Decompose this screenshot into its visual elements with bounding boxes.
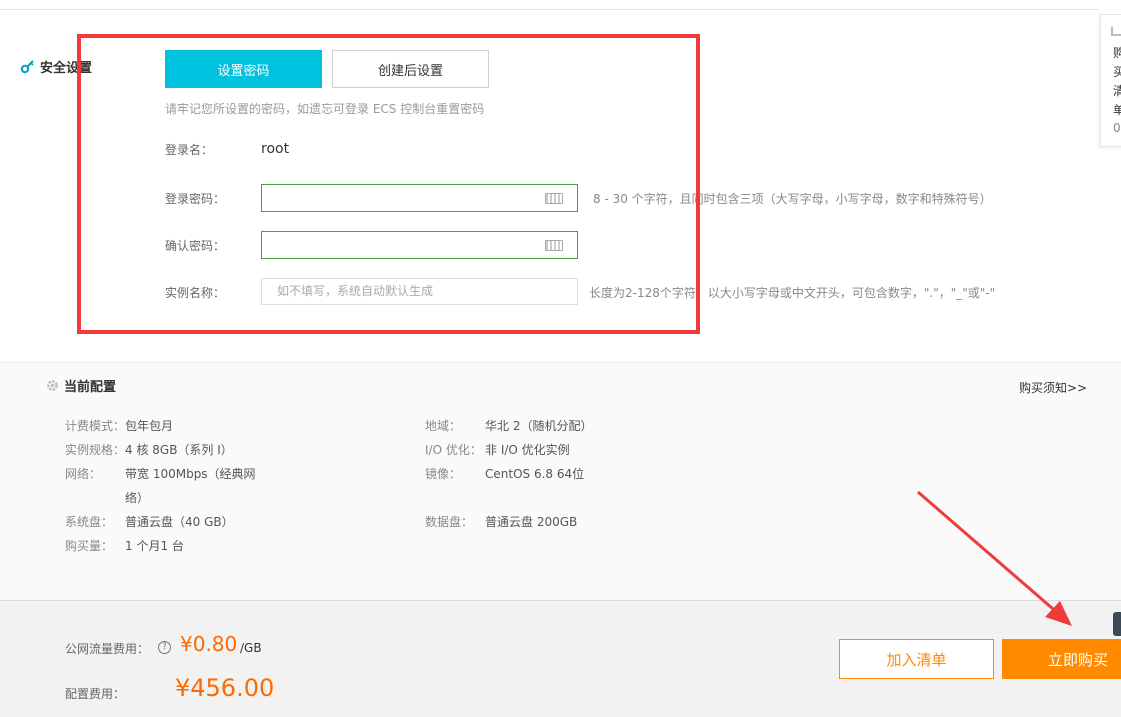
- top-divider: [0, 9, 1100, 10]
- traffic-fee-label: 公网流量费用：: [65, 642, 150, 656]
- config-key: 网络：: [65, 467, 102, 481]
- password-label: 登录密码：: [165, 192, 226, 206]
- config-key: 系统盘：: [65, 515, 114, 529]
- config-value: 4 核 8GB（系列 I）: [125, 443, 233, 457]
- config-key: 计费模式：: [65, 419, 126, 433]
- config-fee-label: 配置费用：: [65, 687, 126, 701]
- config-value: CentOS 6.8 64位: [485, 467, 585, 481]
- config-key: 购买量：: [65, 539, 114, 553]
- config-value: 络）: [125, 491, 150, 505]
- config-key: 地域：: [425, 419, 462, 433]
- config-price: ¥456.00: [175, 674, 275, 702]
- side-cart-char: 购: [1113, 46, 1121, 60]
- config-value: 普通云盘（40 GB）: [125, 515, 234, 529]
- current-config-title-text: 当前配置: [64, 380, 117, 395]
- side-cart-panel[interactable]: 购 买 清 单 0: [1100, 14, 1121, 147]
- help-icon[interactable]: ?: [158, 641, 171, 654]
- config-value: 带宽 100Mbps（经典网: [125, 467, 256, 481]
- tab-set-password[interactable]: 设置密码: [165, 50, 322, 88]
- password-input[interactable]: [261, 184, 578, 212]
- security-section-title: 安全设置: [20, 57, 92, 76]
- purchase-notice-link[interactable]: 购买须知>>: [1019, 379, 1087, 396]
- config-key: 镜像：: [425, 467, 462, 481]
- traffic-price: ¥0.80: [180, 632, 238, 656]
- current-config-title: 当前配置: [46, 376, 116, 395]
- side-widget-tab[interactable]: [1113, 612, 1121, 636]
- instance-name-rule: 长度为2-128个字符，以大小写字母或中文开头，可包含数字，"."，"_"或"-…: [589, 286, 996, 300]
- security-title-text: 安全设置: [40, 61, 93, 76]
- config-key: I/O 优化：: [425, 443, 482, 457]
- key-icon: [20, 59, 34, 73]
- keyboard-icon[interactable]: [545, 240, 563, 251]
- password-rule: 8 - 30 个字符，且同时包含三项（大写字母，小写字母，数字和特殊符号）: [593, 192, 992, 206]
- buy-now-button[interactable]: 立即购买: [1002, 639, 1121, 679]
- traffic-unit: /GB: [240, 641, 262, 655]
- config-value: 非 I/O 优化实例: [485, 443, 570, 457]
- cart-icon: [1111, 27, 1121, 36]
- confirm-password-input[interactable]: [261, 231, 578, 259]
- config-key: 实例规格：: [65, 443, 126, 457]
- tab-set-after-create[interactable]: 创建后设置: [332, 50, 489, 88]
- side-cart-char: 清: [1113, 84, 1121, 98]
- login-name-label: 登录名：: [165, 143, 214, 157]
- config-value: 华北 2（随机分配）: [485, 419, 593, 433]
- keyboard-icon[interactable]: [545, 193, 563, 204]
- config-value: 1 个月1 台: [125, 539, 184, 553]
- config-value: 普通云盘 200GB: [485, 515, 578, 529]
- add-to-list-button[interactable]: 加入清单: [839, 639, 994, 679]
- gear-icon: [47, 380, 58, 391]
- login-name-value: root: [261, 141, 290, 157]
- side-cart-char: 买: [1113, 65, 1121, 79]
- side-cart-char: 单: [1113, 103, 1121, 117]
- config-value: 包年包月: [125, 419, 174, 433]
- instance-name-label: 实例名称：: [165, 286, 226, 300]
- confirm-password-label: 确认密码：: [165, 239, 226, 253]
- instance-name-input[interactable]: 如不填写，系统自动默认生成: [261, 278, 578, 305]
- password-hint: 请牢记您所设置的密码，如遗忘可登录 ECS 控制台重置密码: [165, 102, 485, 116]
- side-cart-count: 0: [1113, 121, 1121, 135]
- config-key: 数据盘：: [425, 515, 474, 529]
